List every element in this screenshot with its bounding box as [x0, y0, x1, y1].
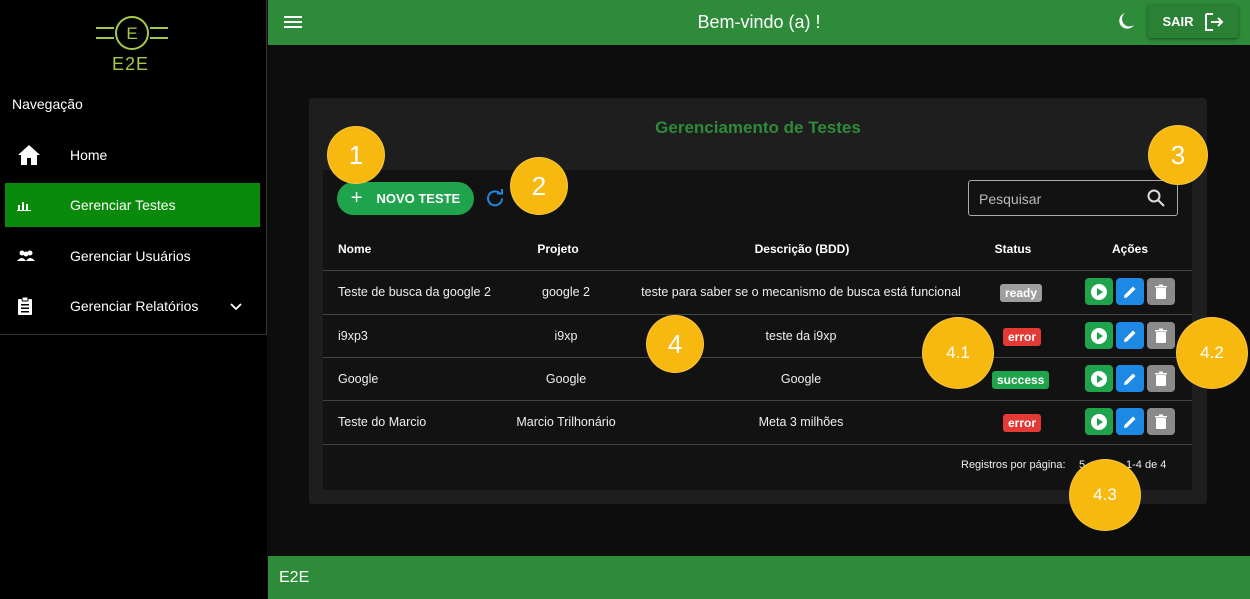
cell-nome: Teste do Marcio: [338, 415, 427, 429]
cell-nome: Google: [338, 372, 379, 386]
status-badge: error: [1003, 328, 1042, 346]
new-test-label: NOVO TESTE: [376, 191, 461, 206]
app-footer: E2E: [268, 556, 1250, 599]
sidebar-item-home[interactable]: Home: [5, 133, 260, 177]
cell-projeto: google 2: [542, 285, 590, 299]
run-button[interactable]: [1085, 408, 1113, 435]
cell-projeto: Google: [545, 372, 587, 386]
pencil-icon: [1124, 286, 1136, 298]
cell-projeto: i9xp: [554, 329, 578, 343]
edit-button[interactable]: [1116, 408, 1144, 435]
column-header-projeto[interactable]: Projeto: [520, 242, 596, 256]
delete-button[interactable]: [1147, 278, 1175, 305]
callout-marker: 2: [510, 157, 568, 215]
cell-descricao: teste para saber se o mecanismo de busca…: [641, 285, 961, 299]
new-test-button[interactable]: + NOVO TESTE: [337, 182, 474, 215]
search-input[interactable]: [969, 181, 1151, 217]
play-icon: [1091, 283, 1107, 300]
footer-text: E2E: [279, 569, 310, 586]
trash-icon: [1155, 328, 1167, 343]
callout-marker: 3: [1148, 125, 1208, 185]
pagination-divider: [323, 444, 1192, 445]
run-button[interactable]: [1085, 322, 1113, 349]
sidebar-item-label: Gerenciar Relatórios: [70, 298, 199, 314]
callout-marker: 4: [646, 315, 704, 373]
play-icon: [1091, 413, 1107, 430]
run-button[interactable]: [1085, 278, 1113, 305]
play-icon: [1091, 327, 1107, 344]
delete-button[interactable]: [1147, 365, 1175, 392]
logo-letter: E: [126, 24, 137, 43]
callout-marker: 4.3: [1069, 459, 1141, 531]
column-header-nome[interactable]: Nome: [338, 242, 371, 256]
chart-icon: [17, 199, 55, 211]
sidebar-item-label: Gerenciar Usuários: [70, 248, 191, 264]
table-row: i9xp3 i9xp teste da i9xp error: [323, 314, 1192, 358]
cell-projeto: Marcio Trilhonário: [516, 415, 616, 429]
play-icon: [1091, 370, 1107, 387]
table-row: Teste de busca da google 2 google 2 test…: [323, 270, 1192, 314]
search-field[interactable]: [968, 180, 1178, 217]
status-badge: ready: [1000, 284, 1043, 302]
column-header-descricao[interactable]: Descrição (BDD): [740, 242, 864, 256]
page-title: Gerenciamento de Testes: [655, 118, 861, 137]
status-badge: error: [1003, 414, 1042, 432]
column-header-acoes: Ações: [1111, 242, 1149, 256]
cell-descricao: Meta 3 milhões: [758, 415, 844, 429]
trash-icon: [1155, 284, 1167, 299]
table-row: Teste do Marcio Marcio Trilhonário Meta …: [323, 400, 1192, 444]
cell-nome: i9xp3: [338, 329, 368, 343]
edit-button[interactable]: [1116, 278, 1144, 305]
cell-nome: Teste de busca da google 2: [338, 285, 491, 299]
edit-button[interactable]: [1116, 365, 1144, 392]
plus-icon: +: [350, 187, 363, 209]
trash-icon: [1155, 414, 1167, 429]
sidebar-item-gerenciar-usuarios[interactable]: Gerenciar Usuários: [5, 234, 260, 278]
trash-icon: [1155, 371, 1167, 386]
pencil-icon: [1124, 416, 1136, 428]
column-header-status[interactable]: Status: [990, 242, 1036, 256]
logout-button[interactable]: SAIR: [1148, 5, 1238, 38]
sidebar-item-label: Home: [70, 147, 108, 163]
cell-descricao: Google: [780, 372, 822, 386]
app-header: Bem-vindo (a) ! SAIR: [268, 0, 1250, 45]
search-icon[interactable]: [1147, 189, 1165, 207]
pagination-range: 1-4 de 4: [1126, 459, 1167, 471]
nav-title: Navegação: [12, 96, 83, 112]
sidebar-item-gerenciar-testes[interactable]: Gerenciar Testes: [5, 183, 260, 227]
header-title: Bem-vindo (a) !: [697, 12, 821, 32]
pencil-icon: [1124, 373, 1136, 385]
rows-per-page-label: Registros por página:: [961, 459, 1066, 471]
pencil-icon: [1124, 330, 1136, 342]
edit-button[interactable]: [1116, 322, 1144, 349]
callout-marker: 1: [327, 126, 385, 184]
status-badge: success: [992, 371, 1050, 389]
run-button[interactable]: [1085, 365, 1113, 392]
callout-marker: 4.2: [1176, 317, 1248, 389]
clipboard-icon: [17, 296, 55, 316]
sidebar: E E2E Navegação Home Gerenciar Testes Ge…: [0, 0, 267, 335]
theme-toggle-icon[interactable]: [1116, 11, 1136, 31]
refresh-icon[interactable]: [486, 189, 504, 207]
home-icon: [17, 144, 55, 166]
sidebar-background: [0, 335, 267, 599]
users-icon: [17, 250, 55, 262]
chevron-down-icon[interactable]: [230, 298, 242, 314]
table-row: Google Google Google success: [323, 357, 1192, 401]
sidebar-item-label: Gerenciar Testes: [70, 197, 176, 213]
delete-button[interactable]: [1147, 322, 1175, 349]
delete-button[interactable]: [1147, 408, 1175, 435]
logo-text: E2E: [112, 54, 150, 74]
logout-icon: [1204, 12, 1223, 31]
logout-label: SAIR: [1162, 14, 1194, 29]
sidebar-item-gerenciar-relatorios[interactable]: Gerenciar Relatórios: [5, 284, 260, 328]
callout-marker: 4.1: [922, 317, 994, 389]
